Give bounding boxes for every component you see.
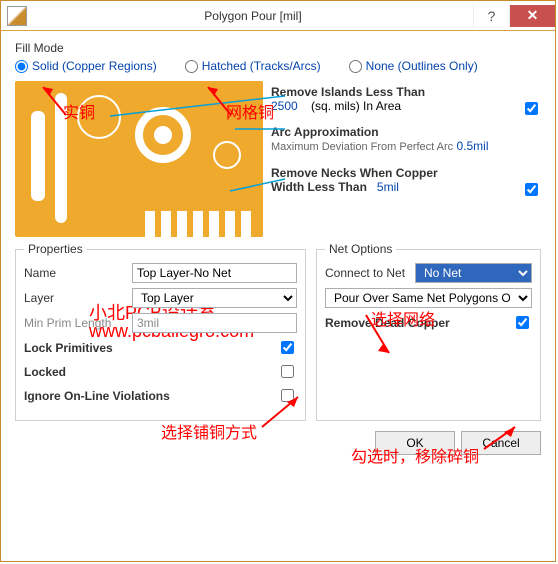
pour-field: Pour Over Same Net Polygons Only (325, 288, 532, 308)
layer-field: Layer Top Layer (24, 288, 297, 308)
layer-label: Layer (24, 291, 132, 305)
properties-group: Properties Name Layer Top Layer Min Prim… (15, 249, 306, 421)
lockprim-field: Lock Primitives (24, 338, 297, 357)
radio-solid[interactable]: Solid (Copper Regions) (15, 59, 157, 73)
radio-none[interactable]: None (Outlines Only) (349, 59, 478, 73)
connect-field: Connect to Net No Net (325, 263, 532, 283)
app-icon (7, 6, 27, 26)
connect-label: Connect to Net (325, 266, 415, 280)
radio-hatched-input[interactable] (185, 60, 198, 73)
dialog-window: Polygon Pour [mil] ? ✕ Fill Mode Solid (… (0, 0, 556, 562)
button-row: OK Cancel (1, 421, 555, 465)
lockprim-label: Lock Primitives (24, 341, 277, 355)
titlebar: Polygon Pour [mil] ? ✕ (1, 1, 555, 31)
ok-button[interactable]: OK (375, 431, 455, 455)
ignore-checkbox[interactable] (281, 389, 294, 402)
name-field: Name (24, 263, 297, 283)
close-button[interactable]: ✕ (509, 5, 555, 27)
dead-label: Remove Dead Copper (325, 316, 512, 330)
polygon-preview (15, 81, 263, 237)
arc-value[interactable]: 0.5mil (457, 139, 489, 153)
netoptions-legend: Net Options (325, 242, 396, 256)
minlen-label: Min Prim Length (24, 316, 132, 330)
minlen-field: Min Prim Length (24, 313, 297, 333)
radio-none-input[interactable] (349, 60, 362, 73)
fill-mode-row: Solid (Copper Regions) Hatched (Tracks/A… (15, 59, 541, 73)
lockprim-checkbox[interactable] (281, 341, 294, 354)
properties-legend: Properties (24, 242, 87, 256)
locked-label: Locked (24, 365, 277, 379)
locked-checkbox[interactable] (281, 365, 294, 378)
window-title: Polygon Pour [mil] (33, 9, 473, 23)
columns: Properties Name Layer Top Layer Min Prim… (15, 237, 541, 421)
dialog-body: Fill Mode Solid (Copper Regions) Hatched… (1, 31, 555, 421)
radio-hatched[interactable]: Hatched (Tracks/Arcs) (185, 59, 321, 73)
cancel-button[interactable]: Cancel (461, 431, 541, 455)
pour-select[interactable]: Pour Over Same Net Polygons Only (325, 288, 532, 308)
ignore-field: Ignore On-Line Violations (24, 386, 297, 405)
minlen-input (132, 313, 297, 333)
radio-hatched-label: Hatched (Tracks/Arcs) (202, 59, 321, 73)
ignore-label: Ignore On-Line Violations (24, 389, 277, 403)
locked-field: Locked (24, 362, 297, 381)
dead-field: Remove Dead Copper (325, 313, 532, 332)
netoptions-group: Net Options Connect to Net No Net Pour O… (316, 249, 541, 421)
necks-checkbox[interactable] (525, 183, 538, 196)
layer-select[interactable]: Top Layer (132, 288, 297, 308)
radio-solid-label: Solid (Copper Regions) (32, 59, 157, 73)
radio-none-label: None (Outlines Only) (366, 59, 478, 73)
name-label: Name (24, 266, 132, 280)
fill-mode-label: Fill Mode (15, 41, 541, 55)
radio-solid-input[interactable] (15, 60, 28, 73)
islands-checkbox[interactable] (525, 102, 538, 115)
window-buttons: ? ✕ (473, 5, 555, 27)
preview-row: Remove Islands Less Than 2500 (sq. mils)… (15, 81, 541, 237)
help-button[interactable]: ? (473, 5, 509, 27)
connect-select[interactable]: No Net (415, 263, 532, 283)
necks-value[interactable]: 5mil (377, 180, 399, 194)
name-input[interactable] (132, 263, 297, 283)
dead-checkbox[interactable] (516, 316, 529, 329)
